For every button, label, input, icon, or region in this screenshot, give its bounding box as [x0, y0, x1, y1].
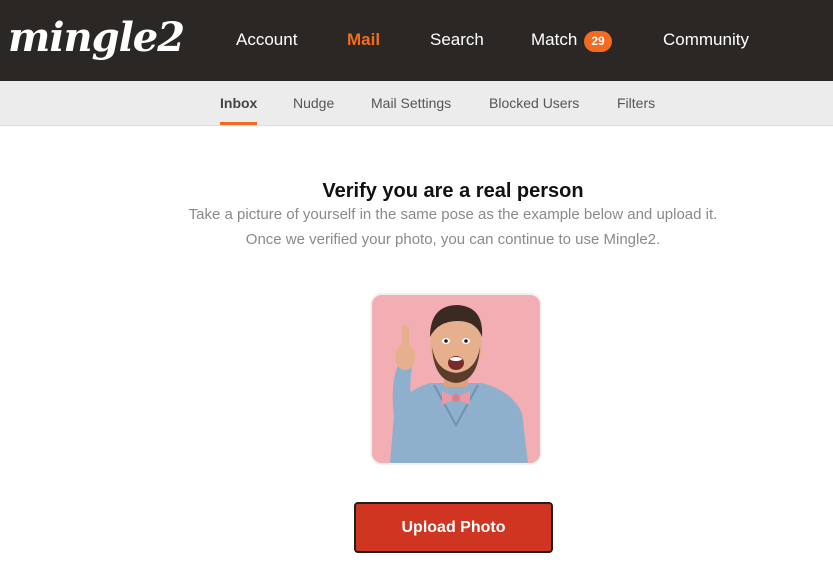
nav-search[interactable]: Search — [430, 29, 484, 51]
nav-match[interactable]: Match — [531, 29, 577, 51]
active-tab-indicator — [220, 122, 257, 125]
verify-title: Verify you are a real person — [322, 180, 584, 202]
example-person-illustration — [372, 295, 540, 463]
mail-subnav: Inbox Nudge Mail Settings Blocked Users … — [0, 81, 833, 126]
nav-mail[interactable]: Mail — [347, 29, 380, 51]
logo-text: mingle2 — [8, 14, 185, 61]
example-pose-photo — [370, 293, 542, 465]
match-count-badge[interactable]: 29 — [584, 31, 612, 52]
tab-blocked-users[interactable]: Blocked Users — [489, 94, 579, 112]
tab-mail-settings[interactable]: Mail Settings — [371, 94, 451, 112]
verify-instructions-line2: Once we verified your photo, you can con… — [245, 231, 661, 248]
mingle2-logo[interactable]: mingle2 — [8, 14, 185, 70]
nav-account[interactable]: Account — [236, 29, 297, 51]
tab-filters[interactable]: Filters — [617, 94, 655, 112]
upload-photo-button[interactable]: Upload Photo — [354, 502, 553, 553]
nav-community[interactable]: Community — [663, 29, 749, 51]
top-navbar: mingle2 Account Mail Search Match 29 Com… — [0, 0, 833, 81]
tab-nudge[interactable]: Nudge — [293, 94, 334, 112]
tab-inbox[interactable]: Inbox — [220, 94, 257, 112]
verify-instructions-line1: Take a picture of yourself in the same p… — [188, 206, 718, 223]
